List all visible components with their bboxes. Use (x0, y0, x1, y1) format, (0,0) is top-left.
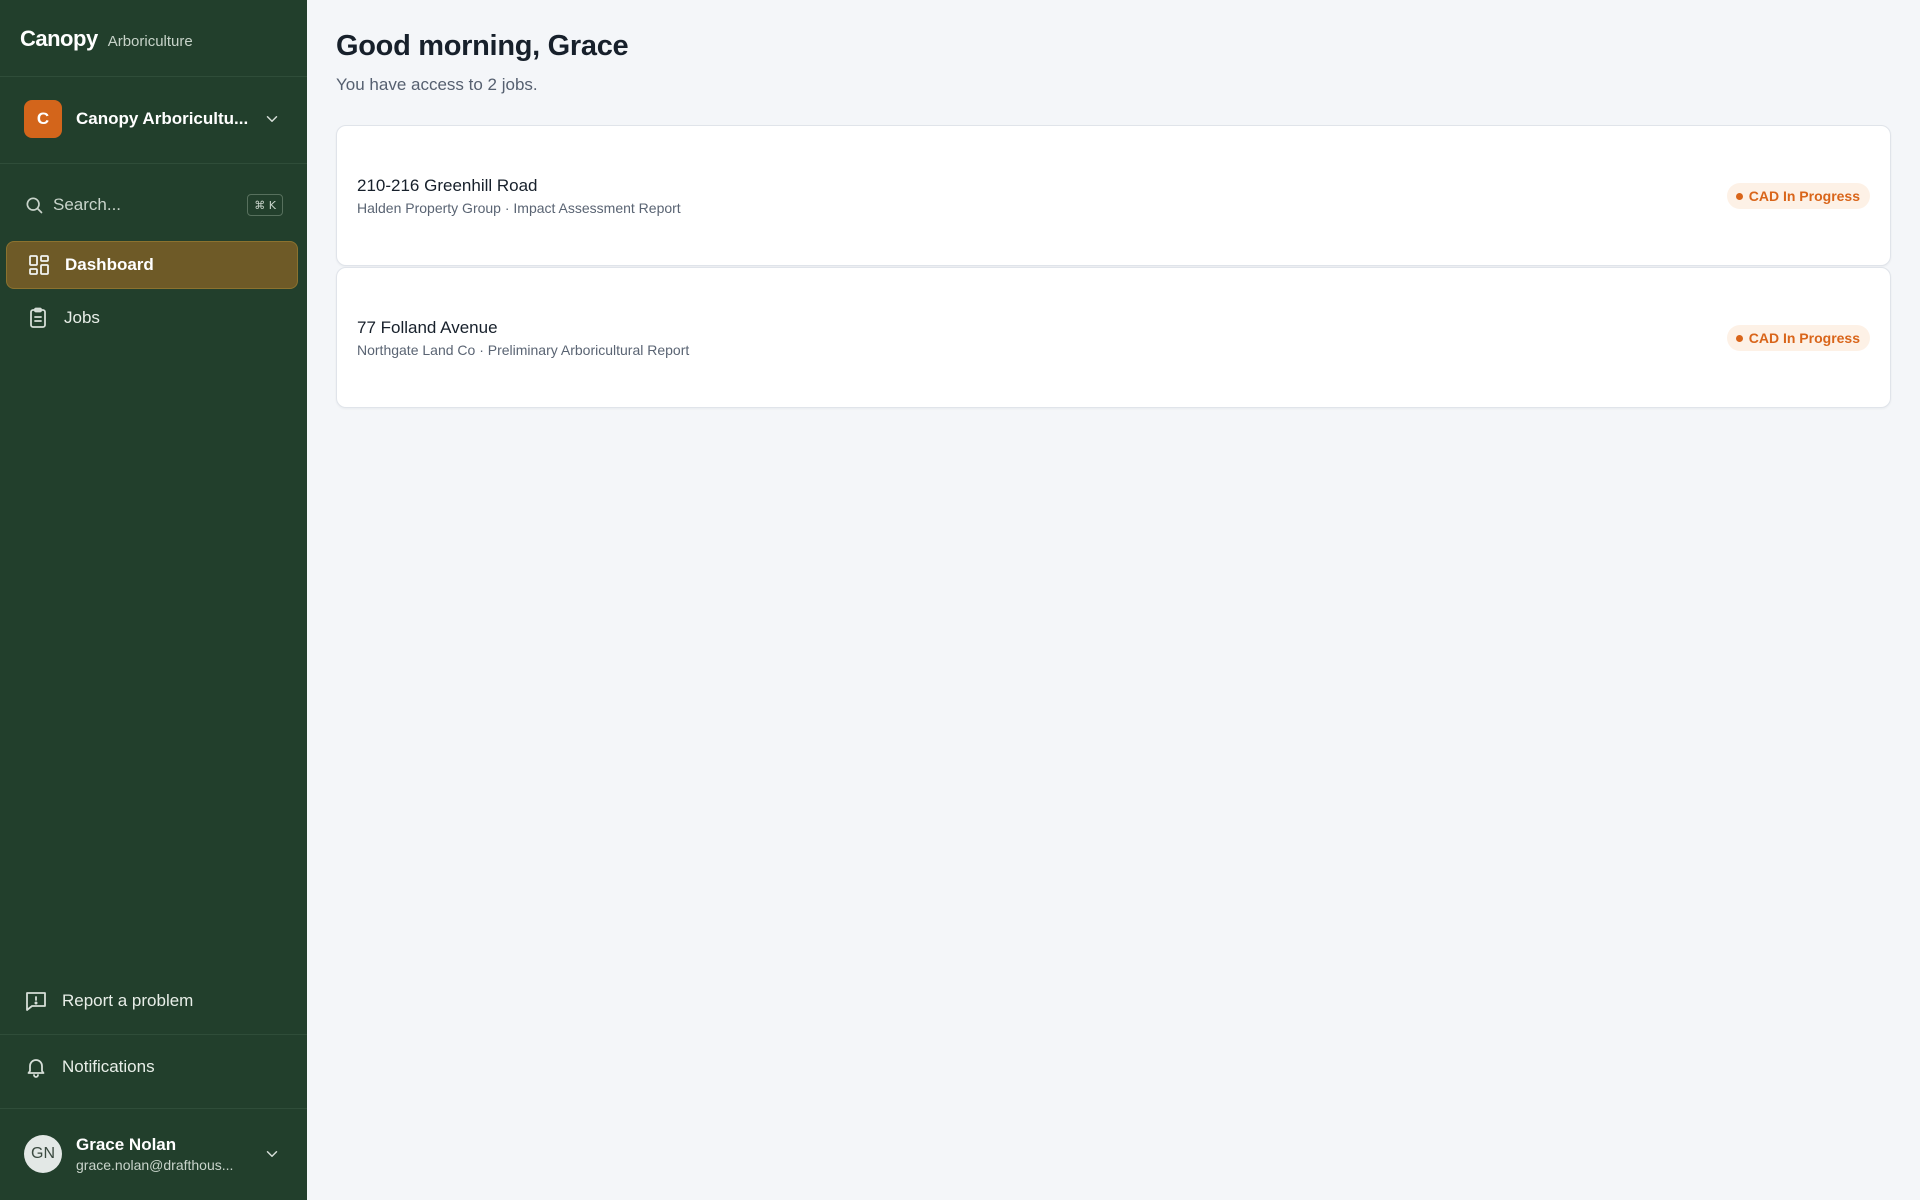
report-icon (26, 992, 46, 1011)
avatar: GN (24, 1135, 62, 1173)
clipboard-icon (30, 307, 46, 328)
job-meta: Halden Property Group · Impact Assessmen… (357, 200, 681, 216)
job-card[interactable]: 77 Folland Avenue Northgate Land Co · Pr… (336, 267, 1891, 408)
org-name: Canopy Arboricultu... (76, 109, 248, 128)
dashboard-icon (29, 255, 49, 275)
divider (0, 1034, 307, 1035)
status-label: CAD In Progress (1748, 188, 1860, 204)
job-title: 210-216 Greenhill Road (357, 176, 538, 195)
status-label: CAD In Progress (1748, 330, 1860, 346)
bell-icon (27, 1059, 45, 1078)
job-title: 77 Folland Avenue (357, 318, 498, 337)
status-badge: CAD In Progress (1726, 325, 1870, 351)
sidebar-item-label: Dashboard (65, 255, 154, 274)
report-problem-label: Report a problem (62, 991, 194, 1010)
main-content: Good morning, Grace You have access to 2… (307, 0, 1920, 1200)
user-name: Grace Nolan (76, 1135, 177, 1154)
status-dot-icon (1735, 334, 1743, 342)
user-menu[interactable]: GN Grace Nolan grace.nolan@drafthous... (12, 1130, 295, 1178)
divider (0, 163, 307, 164)
brand-subtitle: Arboriculture (107, 33, 193, 50)
chevron-down-icon (266, 116, 278, 122)
notifications-button[interactable]: Notifications (12, 1045, 295, 1089)
job-card[interactable]: 210-216 Greenhill Road Halden Property G… (336, 125, 1891, 266)
status-badge: CAD In Progress (1726, 183, 1870, 209)
org-switcher[interactable]: C Canopy Arboricultu... (12, 92, 295, 146)
search-shortcut-badge: ⌘ K (247, 194, 283, 216)
search-input[interactable]: Search... ⌘ K (12, 186, 295, 224)
brand-name: Canopy (20, 26, 98, 51)
sidebar-item-jobs[interactable]: Jobs (6, 294, 298, 342)
divider (0, 76, 307, 77)
page-title: Good morning, Grace (336, 30, 629, 62)
user-info: Grace Nolan grace.nolan@drafthous... (76, 1135, 248, 1173)
sidebar: Canopy Arboriculture C Canopy Arboricult… (0, 0, 307, 1200)
user-email: grace.nolan@drafthous... (76, 1157, 234, 1173)
brand[interactable]: Canopy Arboriculture (20, 26, 193, 52)
divider (0, 1108, 307, 1109)
status-dot-icon (1735, 192, 1743, 200)
search-icon (26, 197, 43, 214)
page-subtitle: You have access to 2 jobs. (336, 75, 538, 94)
job-meta: Northgate Land Co · Preliminary Arboricu… (357, 342, 690, 358)
chevron-down-icon (266, 1151, 278, 1157)
sidebar-item-dashboard[interactable]: Dashboard (6, 241, 298, 289)
notifications-label: Notifications (62, 1057, 155, 1076)
sidebar-item-label: Jobs (64, 308, 100, 327)
search-placeholder: Search... (53, 195, 122, 214)
org-avatar: C (24, 100, 62, 138)
report-problem-button[interactable]: Report a problem (12, 979, 295, 1023)
